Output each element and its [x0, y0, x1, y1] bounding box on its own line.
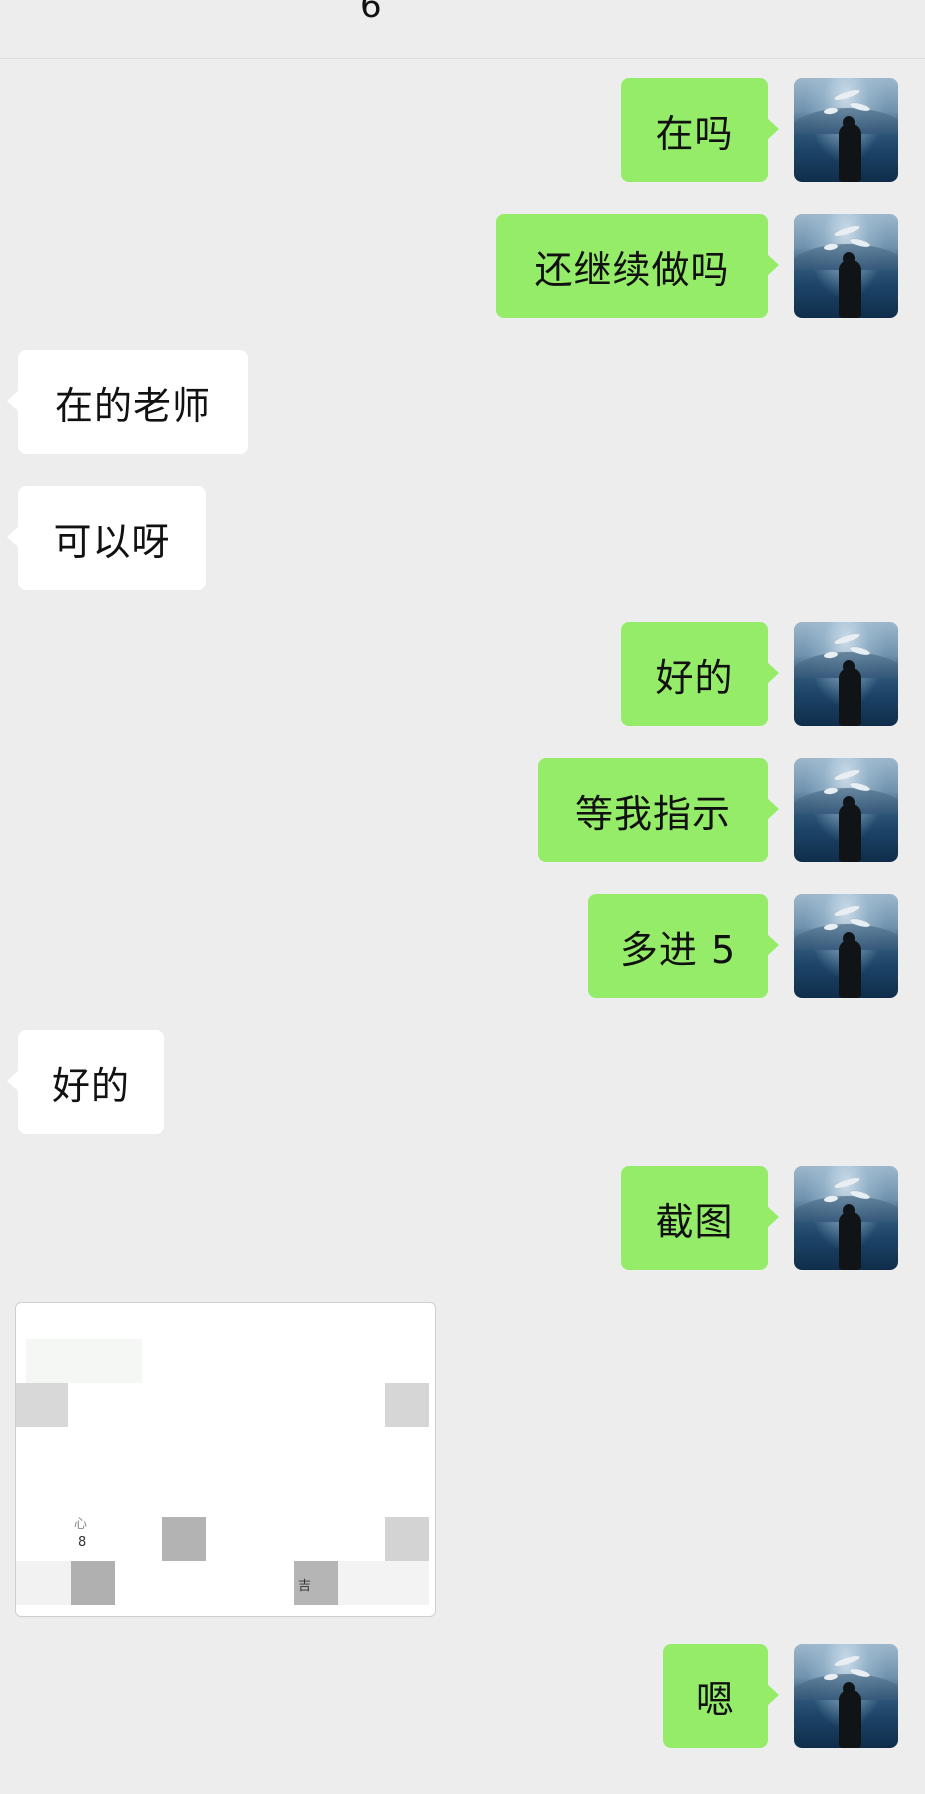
image-message[interactable]: 8 吉 心: [15, 1302, 436, 1617]
my-message-bubble[interactable]: 等我指示: [538, 758, 779, 862]
my-message-bubble[interactable]: 还继续做吗: [496, 214, 779, 318]
their-message-bubble[interactable]: 在的老师: [7, 350, 248, 454]
message-text: 还继续做吗: [534, 247, 730, 292]
my-avatar[interactable]: [794, 622, 898, 726]
my-message-bubble[interactable]: 截图: [621, 1166, 779, 1270]
message-text: 在的老师: [54, 383, 211, 428]
mosaic-block: [385, 1517, 429, 1561]
my-avatar[interactable]: [794, 894, 898, 998]
message-text: 可以呀: [53, 519, 171, 564]
mosaic-block: [16, 1383, 68, 1427]
message-text: 多进 5: [619, 927, 737, 972]
mosaic-block: [26, 1339, 142, 1383]
message-text: 等我指示: [574, 791, 731, 836]
message-text: 好的: [655, 655, 734, 700]
my-message-bubble[interactable]: 多进 5: [588, 894, 779, 998]
chat-history[interactable]: 在吗 还继续做吗 在的老师 可以呀 好的 等我指示 多进 5 好的 截图 8 吉…: [0, 0, 925, 1794]
my-avatar[interactable]: [794, 758, 898, 862]
mosaic-block: [385, 1383, 429, 1427]
my-avatar[interactable]: [794, 78, 898, 182]
my-message-bubble[interactable]: 嗯: [663, 1644, 779, 1748]
mosaic-block: [162, 1517, 206, 1561]
my-message-bubble[interactable]: 好的: [621, 622, 779, 726]
mosaic-block: [16, 1561, 71, 1605]
their-message-bubble[interactable]: 好的: [7, 1030, 164, 1134]
image-text: 8: [78, 1535, 87, 1550]
my-avatar[interactable]: [794, 1644, 898, 1748]
message-text: 好的: [51, 1063, 130, 1108]
my-message-bubble[interactable]: 在吗: [621, 78, 779, 182]
my-avatar[interactable]: [794, 1166, 898, 1270]
mosaic-block: [338, 1561, 429, 1605]
image-text: 心: [74, 1517, 88, 1532]
message-text: 嗯: [695, 1677, 735, 1722]
message-text: 截图: [655, 1199, 734, 1244]
mosaic-block: [71, 1561, 115, 1605]
message-text: 在吗: [655, 111, 734, 156]
my-avatar[interactable]: [794, 214, 898, 318]
image-text: 吉: [298, 1579, 312, 1594]
their-message-bubble[interactable]: 可以呀: [7, 486, 206, 590]
